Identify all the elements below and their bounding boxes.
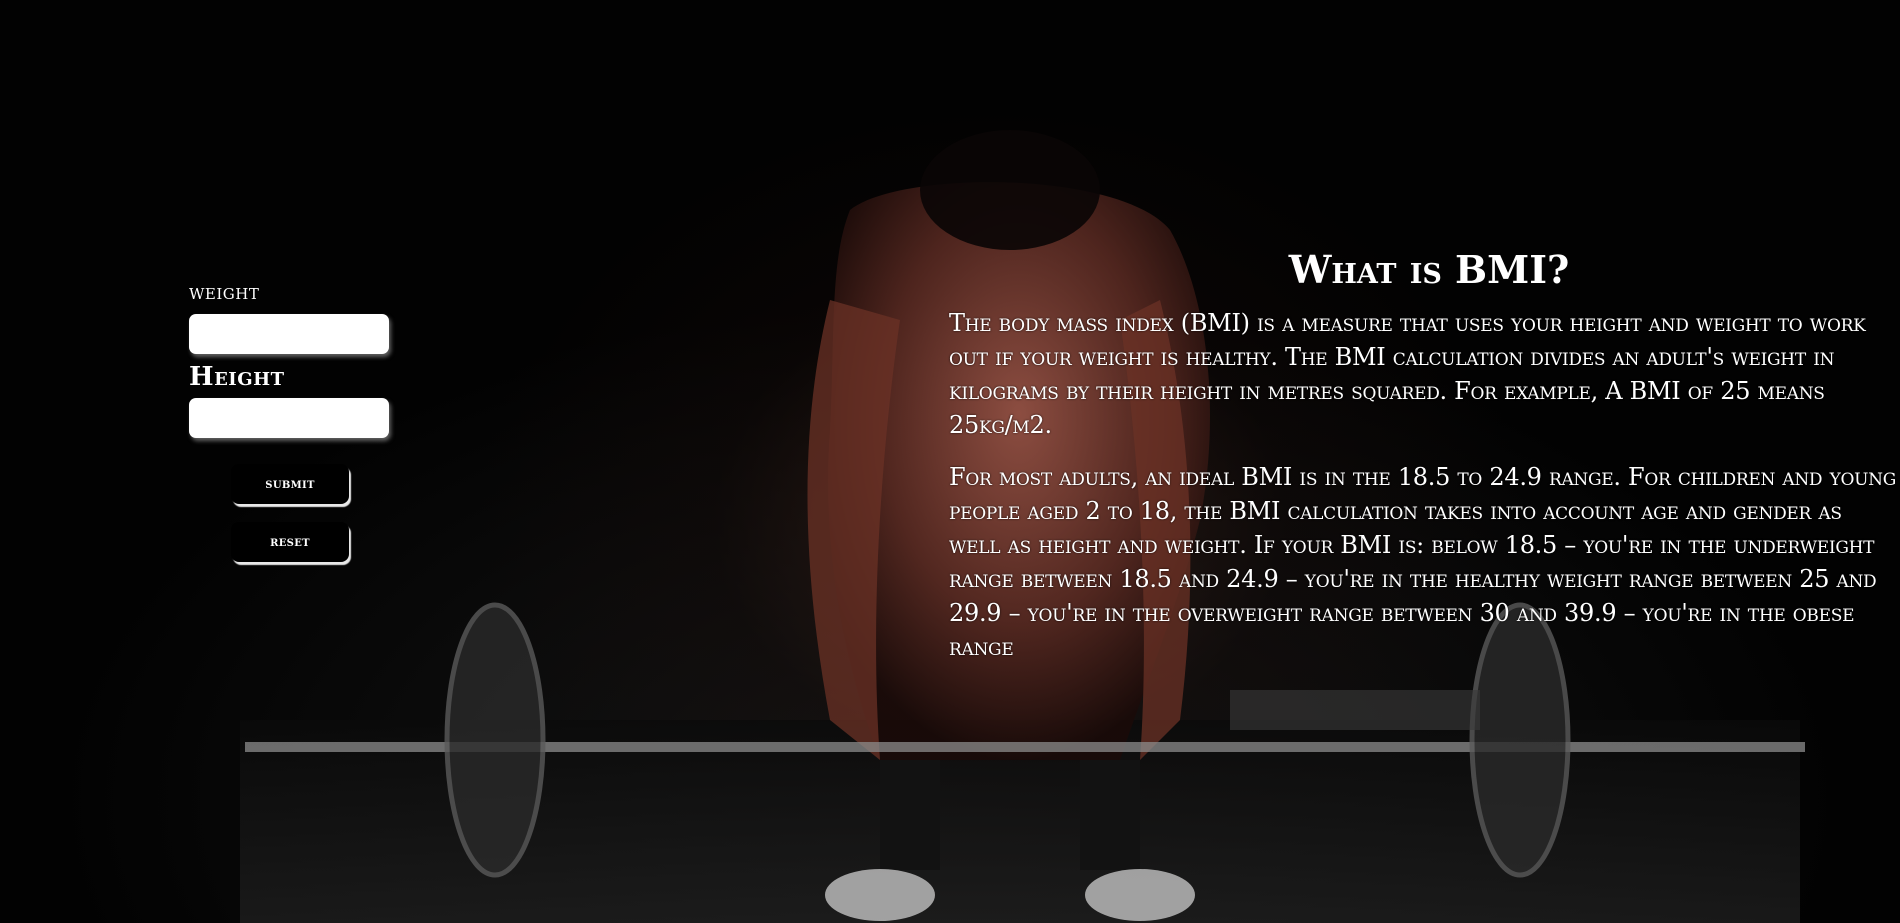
weight-label: weight [189,280,260,304]
reset-button[interactable]: reset [231,522,349,562]
submit-button[interactable]: submit [231,464,349,504]
bmi-info-panel: What is BMI? The body mass index (BMI) i… [949,248,1899,682]
height-input[interactable] [189,398,389,438]
info-paragraph-definition: The body mass index (BMI) is a measure t… [949,308,1866,439]
info-title: What is BMI? [1288,247,1570,292]
info-paragraph-ranges: For most adults, an ideal BMI is in the … [949,462,1897,661]
weight-input[interactable] [189,314,389,354]
bmi-form: weight Height submit reset [189,280,409,562]
height-label: Height [189,362,285,392]
